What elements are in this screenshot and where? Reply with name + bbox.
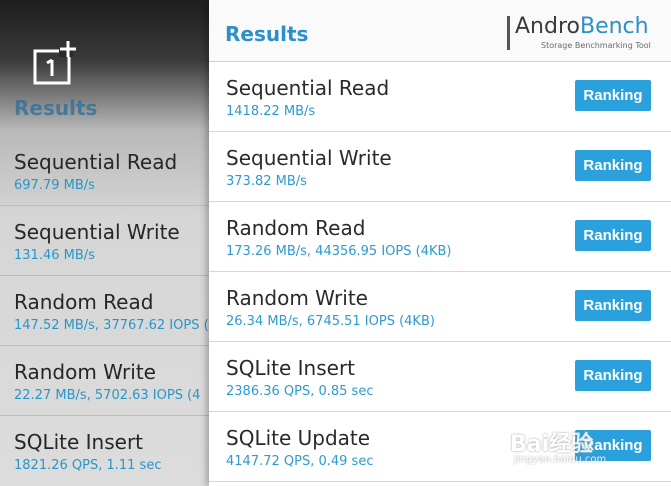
result-row: Random Write 26.34 MB/s, 6745.51 IOPS (4… xyxy=(209,272,671,342)
brand-bench: Bench xyxy=(579,14,649,39)
background-results-title: Results xyxy=(14,96,98,120)
result-value: 1418.22 MB/s xyxy=(226,104,316,119)
result-value: 173.26 MB/s, 44356.95 IOPS (4KB) xyxy=(226,244,452,259)
result-title: Sequential Write xyxy=(226,146,392,170)
background-list-item: Random Write 22.27 MB/s, 5702.63 IOPS (4 xyxy=(0,345,212,415)
result-title: Random Write xyxy=(226,286,368,310)
background-item-title: Random Read xyxy=(14,290,154,314)
brand-andro: Andro xyxy=(515,14,580,39)
result-row: Random Read 173.26 MB/s, 44356.95 IOPS (… xyxy=(209,202,671,272)
result-title: SQLite Insert xyxy=(226,356,356,380)
background-item-value: 697.79 MB/s xyxy=(14,178,95,193)
ranking-button[interactable]: Ranking xyxy=(575,290,651,321)
result-title: Sequential Read xyxy=(226,76,390,100)
app-header: Results AndroBench Storage Benchmarking … xyxy=(209,0,671,62)
background-item-title: SQLite Insert xyxy=(14,430,144,454)
androbench-results-screen: Results AndroBench Storage Benchmarking … xyxy=(209,0,671,486)
result-value: 26.34 MB/s, 6745.51 IOPS (4KB) xyxy=(226,314,435,329)
androbench-logo: AndroBench Storage Benchmarking Tool xyxy=(507,14,657,54)
background-item-value: 1821.26 QPS, 1.11 sec xyxy=(14,458,162,473)
ranking-button[interactable]: Ranking xyxy=(575,150,651,181)
background-list-item: Random Read 147.52 MB/s, 37767.62 IOPS ( xyxy=(0,275,212,345)
result-value: 4147.72 QPS, 0.49 sec xyxy=(226,454,374,469)
result-title: SQLite Update xyxy=(226,426,371,450)
ranking-button[interactable]: Ranking xyxy=(575,360,651,391)
result-value: 373.82 MB/s xyxy=(226,174,307,189)
background-item-title: Random Write xyxy=(14,360,156,384)
ranking-button[interactable]: Ranking xyxy=(575,220,651,251)
result-row: Sequential Read 1418.22 MB/s Ranking xyxy=(209,62,671,132)
baidu-watermark: Bai经验 jingyan.baidu.com xyxy=(510,422,660,474)
result-title: Random Read xyxy=(226,216,366,240)
background-item-value: 131.46 MB/s xyxy=(14,248,95,263)
background-list-item: Sequential Read 697.79 MB/s xyxy=(0,135,212,205)
background-app-screen: Results Sequential Read 697.79 MB/s Sequ… xyxy=(0,0,212,486)
brand-name: AndroBench xyxy=(515,14,649,39)
background-item-title: Sequential Read xyxy=(14,150,178,174)
watermark-url: jingyan.baidu.com xyxy=(514,454,607,465)
background-list-item: SQLite Insert 1821.26 QPS, 1.11 sec xyxy=(0,415,212,485)
result-row: Sequential Write 373.82 MB/s Ranking xyxy=(209,132,671,202)
background-item-value: 147.52 MB/s, 37767.62 IOPS ( xyxy=(14,318,209,333)
result-value: 2386.36 QPS, 0.85 sec xyxy=(226,384,374,399)
logo-bar xyxy=(507,16,510,50)
background-list-item: Sequential Write 131.46 MB/s xyxy=(0,205,212,275)
brand-tagline: Storage Benchmarking Tool xyxy=(541,41,651,50)
page-title: Results xyxy=(225,22,309,46)
oneplus-logo-icon xyxy=(33,41,76,85)
ranking-button[interactable]: Ranking xyxy=(575,80,651,111)
result-row: SQLite Insert 2386.36 QPS, 0.85 sec Rank… xyxy=(209,342,671,412)
background-item-value: 22.27 MB/s, 5702.63 IOPS (4 xyxy=(14,388,201,403)
background-item-title: Sequential Write xyxy=(14,220,180,244)
